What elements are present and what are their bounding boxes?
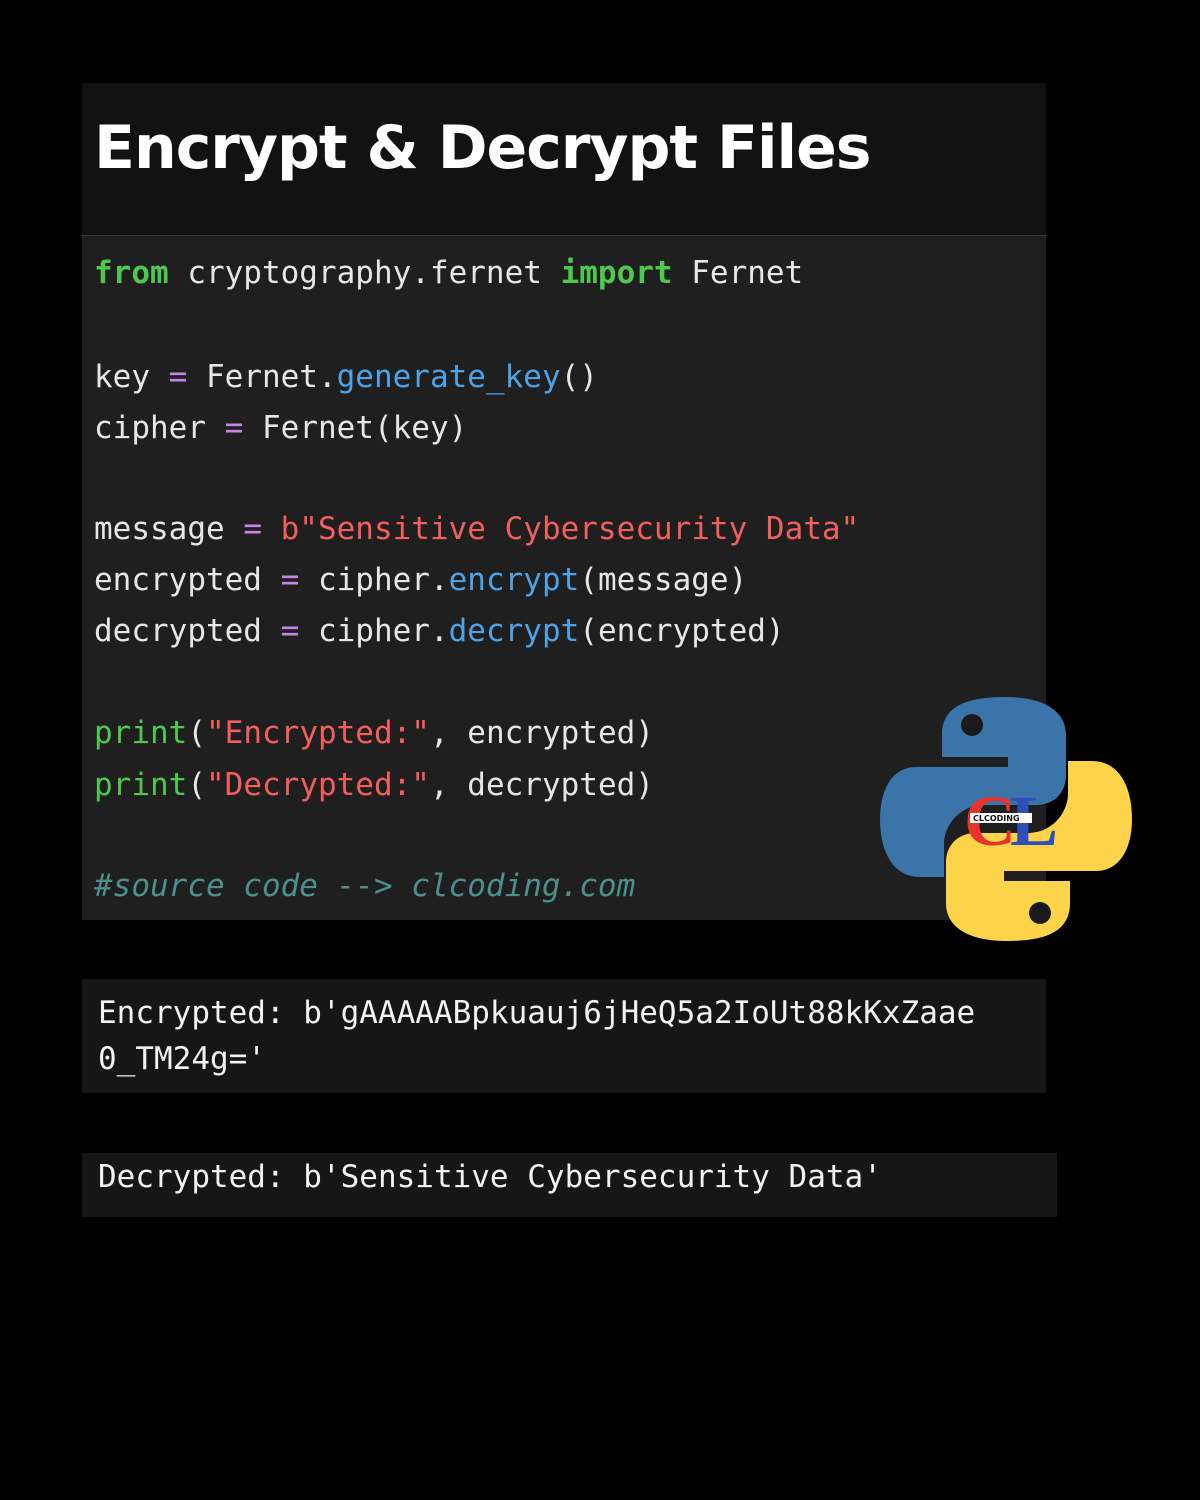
call-args: (encrypted) bbox=[579, 613, 785, 649]
code-line-print-encrypted: print("Encrypted:", encrypted) bbox=[94, 713, 654, 753]
output-encrypted-line1: Encrypted: b'gAAAAABpkuauj6jHeQ5a2IoUt88… bbox=[98, 995, 976, 1031]
keyword-import: import bbox=[560, 255, 673, 291]
python-logo-icon: C L CLCODING bbox=[880, 697, 1132, 941]
var-message: message bbox=[94, 511, 244, 547]
module-name: cryptography.fernet bbox=[168, 255, 561, 291]
constructor-call: Fernet(key) bbox=[243, 410, 468, 446]
paren: ( bbox=[187, 767, 206, 803]
code-line-import: from cryptography.fernet import Fernet bbox=[94, 253, 803, 293]
code-line-decrypted: decrypted = cipher.decrypt(encrypted) bbox=[94, 611, 785, 651]
operator: = bbox=[243, 511, 262, 547]
paren: ( bbox=[187, 715, 206, 751]
object-ref: Fernet. bbox=[187, 359, 337, 395]
code-comment: #source code --> clcoding.com bbox=[94, 868, 636, 904]
keyword-from: from bbox=[94, 255, 169, 291]
operator: = bbox=[280, 613, 300, 649]
output-decrypted: Decrypted: b'Sensitive Cybersecurity Dat… bbox=[82, 1153, 1057, 1217]
var-encrypted: encrypted bbox=[94, 562, 281, 598]
var-decrypted: decrypted bbox=[94, 613, 281, 649]
output-decrypted-line: Decrypted: b'Sensitive Cybersecurity Dat… bbox=[98, 1159, 882, 1195]
object-ref: cipher. bbox=[299, 562, 449, 598]
string-literal: "Decrypted:" bbox=[206, 767, 430, 803]
operator: = bbox=[168, 359, 188, 395]
code-line-encrypted: encrypted = cipher.encrypt(message) bbox=[94, 560, 747, 600]
var-key: key bbox=[94, 359, 169, 395]
print-builtin: print bbox=[94, 715, 188, 751]
print-builtin: print bbox=[94, 767, 188, 803]
output-encrypted: Encrypted: b'gAAAAABpkuauj6jHeQ5a2IoUt88… bbox=[82, 979, 1046, 1093]
function-call: generate_key bbox=[336, 359, 561, 395]
call-args: , decrypted) bbox=[429, 767, 654, 803]
title-panel: Encrypt & Decrypt Files bbox=[82, 83, 1046, 236]
code-line-print-decrypted: print("Decrypted:", decrypted) bbox=[94, 765, 654, 805]
logo-subtext: CLCODING bbox=[973, 814, 1020, 823]
code-line-key: key = Fernet.generate_key() bbox=[94, 357, 598, 397]
string-literal: "Encrypted:" bbox=[206, 715, 430, 751]
output-encrypted-line2: 0_TM24g=' bbox=[98, 1041, 266, 1077]
call-args: , encrypted) bbox=[429, 715, 654, 751]
page-title: Encrypt & Decrypt Files bbox=[94, 113, 872, 183]
var-cipher: cipher bbox=[94, 410, 225, 446]
function-call: encrypt bbox=[448, 562, 580, 598]
operator: = bbox=[224, 410, 244, 446]
code-line-message: message = b"Sensitive Cybersecurity Data… bbox=[94, 509, 859, 549]
import-name: Fernet bbox=[672, 255, 804, 291]
function-call: decrypt bbox=[448, 613, 580, 649]
operator: = bbox=[280, 562, 300, 598]
code-line-cipher: cipher = Fernet(key) bbox=[94, 408, 467, 448]
call-parens: () bbox=[560, 359, 598, 395]
string-literal: b"Sensitive Cybersecurity Data" bbox=[261, 511, 860, 547]
object-ref: cipher. bbox=[299, 613, 449, 649]
call-args: (message) bbox=[579, 562, 748, 598]
